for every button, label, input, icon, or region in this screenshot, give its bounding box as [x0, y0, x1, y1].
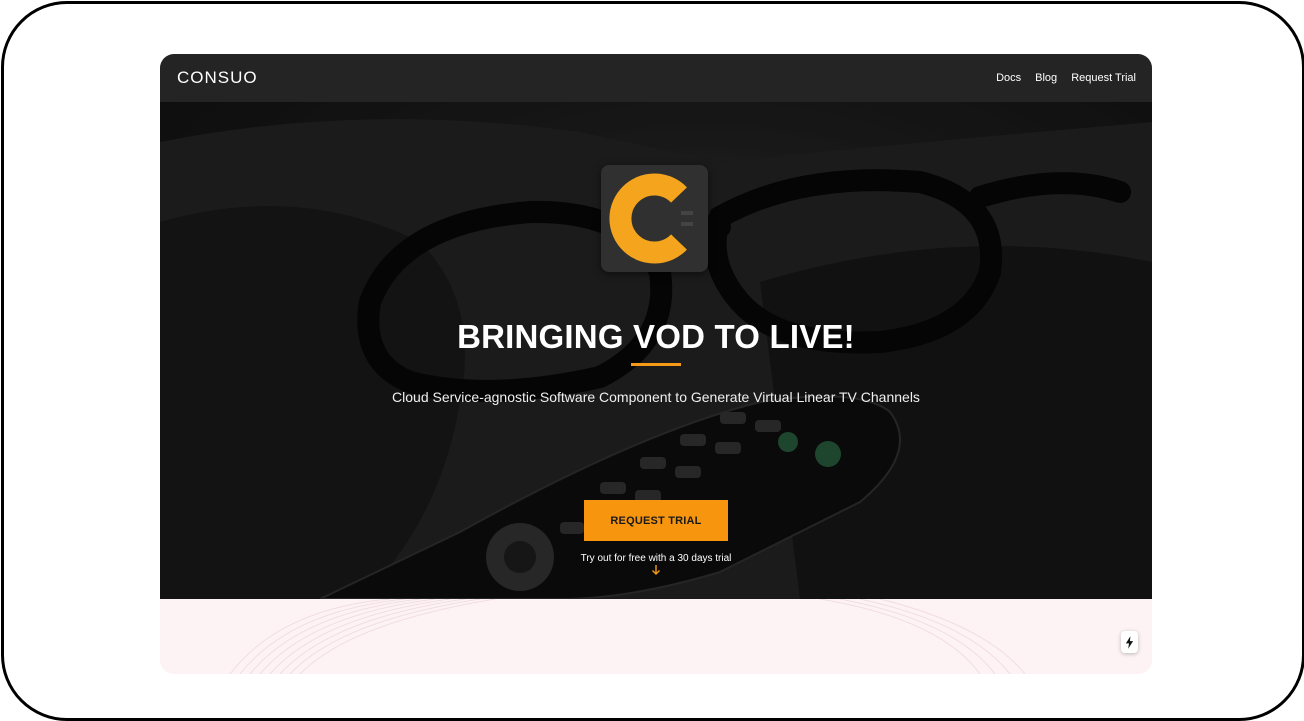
consuo-c-logo-icon [609, 173, 693, 264]
title-underline-divider [631, 363, 681, 366]
brand-logo-text[interactable]: CONSUO [177, 68, 258, 88]
hero-subtitle: Cloud Service-agnostic Software Componen… [392, 389, 920, 405]
nav-link-blog[interactable]: Blog [1035, 72, 1057, 84]
bolt-widget-button[interactable] [1121, 631, 1138, 653]
consuo-logo-tile [601, 165, 708, 272]
request-trial-button[interactable]: REQUEST TRIAL [584, 500, 728, 541]
decorative-line-pattern [229, 599, 1026, 674]
hero-section: BRINGING VOD TO LIVE! Cloud Service-agno… [160, 102, 1152, 599]
nav-link-request-trial[interactable]: Request Trial [1071, 72, 1136, 84]
nav-links: Docs Blog Request Trial [996, 72, 1136, 84]
hero-title: BRINGING VOD TO LIVE! [457, 318, 855, 355]
arrow-down-icon[interactable] [648, 562, 664, 578]
nav-link-docs[interactable]: Docs [996, 72, 1021, 84]
top-navbar: CONSUO Docs Blog Request Trial [160, 54, 1152, 102]
browser-viewport: CONSUO Docs Blog Request Trial BRINGING … [160, 54, 1152, 674]
bolt-icon [1125, 635, 1134, 649]
device-frame: CONSUO Docs Blog Request Trial BRINGING … [1, 1, 1304, 721]
lower-section-background [160, 599, 1152, 674]
